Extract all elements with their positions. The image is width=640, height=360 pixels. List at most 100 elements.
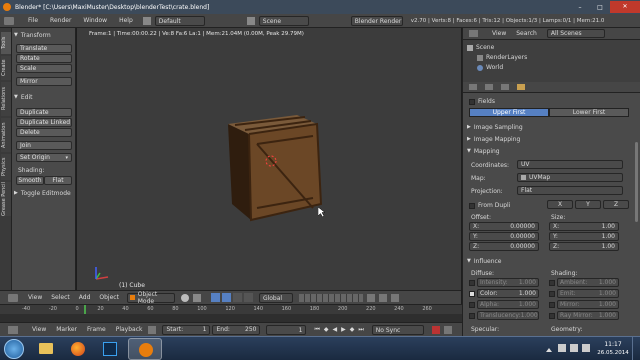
snap-icon[interactable] [378, 293, 387, 302]
render-preview-icon[interactable] [390, 293, 399, 302]
select-menu[interactable]: Select [51, 294, 70, 301]
layout-icon[interactable] [142, 16, 151, 25]
properties-scrollbar[interactable] [635, 142, 638, 222]
toggle-editmode-header[interactable]: ▶ Toggle Editmode [14, 188, 76, 198]
offset-y-field[interactable]: Y: 0.00000 [469, 232, 539, 241]
render-engine-selector[interactable]: Blender Render [350, 15, 403, 26]
play-reverse-icon[interactable]: ◀ [333, 326, 338, 333]
keying-icon[interactable] [431, 325, 440, 334]
offset-z-field[interactable]: Z: 0.00000 [469, 242, 539, 251]
outliner-item-scene[interactable]: Scene [467, 43, 494, 52]
mapping-panel-header[interactable]: ▼ Mapping [467, 146, 500, 156]
mirror-checkbox[interactable] [549, 301, 555, 308]
taskbar-app-blender[interactable] [128, 338, 162, 360]
menu-help[interactable]: Help [119, 17, 133, 24]
3d-viewport[interactable]: Frame:1 | Time:00:00.22 | Ve:8 Fa:6 La:1… [77, 28, 461, 290]
translucency-checkbox[interactable] [469, 312, 475, 319]
duplicate-linked-button[interactable]: Duplicate Linked [16, 118, 72, 127]
start-button[interactable] [4, 339, 24, 359]
start-frame-field[interactable]: Start: 1 [162, 324, 211, 335]
outliner-item-renderlayers[interactable]: RenderLayers [477, 53, 527, 62]
crate-object[interactable] [225, 112, 345, 222]
ray-mirror-field[interactable]: Ray Mirror: 1.000 [557, 311, 619, 320]
show-desktop-button[interactable] [632, 337, 640, 360]
scene-selector[interactable]: Scene [258, 15, 309, 26]
coordinates-selector[interactable]: UV [517, 160, 623, 169]
image-sampling-panel-header[interactable]: ▶ Image Sampling [467, 122, 523, 132]
taskbar-app-explorer[interactable] [32, 339, 60, 359]
clock-time[interactable]: 11:17 [598, 341, 628, 348]
taskbar-app-photoshop[interactable] [96, 339, 124, 359]
current-frame-field[interactable]: 1 [266, 324, 307, 335]
outliner-search-menu[interactable]: Search [516, 30, 537, 37]
pivot-point-icon[interactable] [192, 293, 201, 302]
fields-checkbox[interactable] [469, 98, 475, 105]
manipulator-toggle-icon[interactable] [210, 293, 220, 302]
keyset-icon[interactable] [443, 325, 452, 334]
end-frame-field[interactable]: End: 250 [212, 324, 261, 335]
taskbar-app-firefox[interactable] [64, 339, 92, 359]
smooth-button[interactable]: Smooth [16, 176, 44, 185]
add-menu[interactable]: Add [79, 294, 91, 301]
tab-physics[interactable]: Physics [1, 154, 11, 180]
layout-selector[interactable]: Default [154, 15, 205, 26]
jump-start-icon[interactable]: ⏮ [314, 326, 319, 334]
axis-x-selector[interactable]: X [547, 200, 573, 209]
outliner-item-world[interactable]: World [477, 63, 503, 72]
upper-first-button[interactable]: Upper First [469, 108, 549, 117]
translate-manipulator-icon[interactable] [221, 293, 231, 302]
clock-date[interactable]: 26.05.2014 [596, 350, 630, 356]
intensity-field[interactable]: Intensity: 1.000 [477, 278, 539, 287]
emit-checkbox[interactable] [549, 290, 555, 297]
editor-type-icon[interactable] [8, 325, 18, 334]
tab-relations[interactable]: Relations [1, 82, 11, 116]
axis-z-selector[interactable]: Z [603, 200, 629, 209]
size-y-field[interactable]: Y: 1.00 [549, 232, 619, 241]
influence-panel-header[interactable]: ▼ Influence [467, 256, 502, 266]
offset-x-field[interactable]: X: 0.00000 [469, 222, 539, 231]
duplicate-button[interactable]: Duplicate [16, 108, 72, 117]
flat-button[interactable]: Flat [44, 176, 72, 185]
timeline-view-menu[interactable]: View [32, 326, 46, 333]
lower-first-button[interactable]: Lower First [549, 108, 629, 117]
frame-menu[interactable]: Frame [87, 326, 106, 333]
size-x-field[interactable]: X: 1.00 [549, 222, 619, 231]
projection-selector[interactable]: Flat [517, 186, 623, 195]
translate-button[interactable]: Translate [16, 44, 72, 53]
translucency-field[interactable]: Translucency: 1.000 [477, 311, 539, 320]
rotate-button[interactable]: Rotate [16, 54, 72, 63]
orientation-selector[interactable]: Global [258, 292, 293, 303]
ambient-checkbox[interactable] [549, 279, 555, 286]
object-menu[interactable]: Object [99, 294, 119, 301]
playback-menu[interactable]: Playback [116, 326, 143, 333]
scene-icon[interactable] [246, 16, 255, 25]
mirror-field[interactable]: Mirror: 1.000 [557, 300, 619, 309]
rotate-manipulator-icon[interactable] [232, 293, 242, 302]
properties-tab-icon[interactable] [485, 84, 493, 90]
layers-grid-icon[interactable] [298, 293, 363, 302]
maximize-button[interactable]: □ [590, 4, 610, 11]
color-checkbox[interactable] [469, 290, 475, 297]
image-mapping-panel-header[interactable]: ▶ Image Mapping [467, 134, 520, 144]
tray-flag-icon[interactable] [582, 344, 590, 352]
editor-type-icon[interactable] [4, 16, 14, 25]
scale-manipulator-icon[interactable] [243, 293, 253, 302]
menu-file[interactable]: File [28, 17, 38, 24]
set-origin-dropdown[interactable]: Set Origin ▾ [16, 153, 72, 162]
tab-animation[interactable]: Animation [1, 118, 11, 152]
menu-render[interactable]: Render [50, 17, 71, 24]
emit-field[interactable]: Emit: 1.000 [557, 289, 619, 298]
jump-end-icon[interactable]: ⏭ [358, 326, 363, 334]
preview-range-icon[interactable] [148, 325, 157, 334]
join-button[interactable]: Join [16, 141, 72, 150]
outliner-view-menu[interactable]: View [492, 30, 506, 37]
ray-mirror-checkbox[interactable] [549, 312, 555, 319]
tab-tools[interactable]: Tools [1, 32, 11, 54]
color-field[interactable]: Color: 1.000 [477, 289, 539, 298]
properties-tab-icon[interactable] [501, 84, 509, 90]
tray-show-hidden-icon[interactable] [546, 346, 552, 352]
texture-tab-icon[interactable] [517, 84, 525, 90]
size-z-field[interactable]: Z: 1.00 [549, 242, 619, 251]
tab-grease-pencil[interactable]: Grease Pencil [1, 182, 11, 216]
play-icon[interactable]: ▶ [341, 326, 346, 333]
